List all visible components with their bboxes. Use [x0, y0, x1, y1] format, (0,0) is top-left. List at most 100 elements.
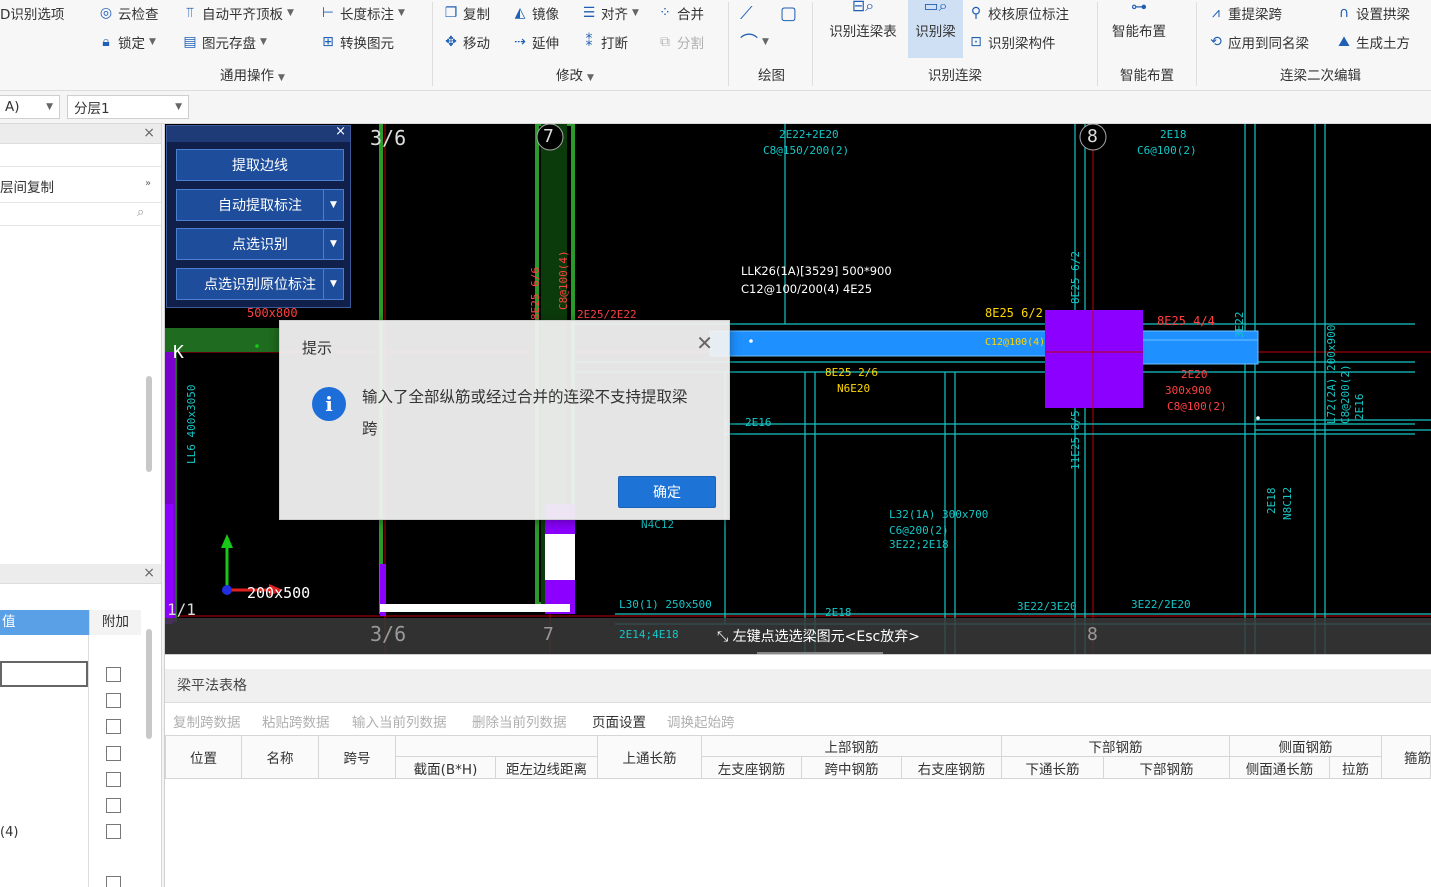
generate-earthwork-button[interactable]: ⛰︎ 生成土方 — [1336, 31, 1410, 53]
close-icon[interactable]: × — [143, 565, 155, 581]
chevron-down-icon[interactable]: ▼ — [323, 269, 343, 299]
dialog-message: 输入了全部纵筋或经过合并的连梁不支持提取梁跨 — [362, 388, 688, 438]
col-header-side-through[interactable]: 侧面通长筋 — [1230, 757, 1330, 779]
recognition-options-button[interactable]: D识别选项 — [0, 2, 64, 24]
cad-annotation: 11E25 6/5 — [1069, 410, 1082, 470]
split-button[interactable]: ⧉ 分割 — [657, 31, 704, 53]
panel-header: × — [0, 124, 161, 144]
checkbox[interactable] — [106, 824, 121, 839]
copy-span-data-button[interactable]: 复制跨数据 — [173, 711, 241, 731]
convert-element-button[interactable]: ⊞ 转换图元 — [320, 31, 394, 53]
save-element-button[interactable]: ▤ 图元存盘 ▼ — [182, 31, 267, 53]
apply-same-name-button[interactable]: ⟲ 应用到同名梁 — [1208, 31, 1309, 53]
recognize-coupling-beam-table-button[interactable]: ⊟⌕ 识别连梁表 — [822, 0, 904, 58]
cad-annotation: 8E25 6/2 — [1069, 251, 1082, 304]
close-icon[interactable]: ✕ — [696, 331, 713, 355]
extract-edge-button[interactable]: 提取边线 — [176, 149, 344, 181]
floor-select[interactable]: A) ▼ — [0, 95, 60, 119]
draw-line-button[interactable]: ⟋ — [740, 2, 753, 24]
swap-start-span-button[interactable]: 调换起始跨 — [667, 711, 735, 731]
chevron-down-icon: ▼ — [175, 102, 182, 112]
col-header-span[interactable]: 跨号 — [319, 735, 396, 779]
col-header-mid-span[interactable]: 跨中钢筋 — [802, 757, 902, 779]
lock-button[interactable]: 🔒︎ 锁定 ▼ — [98, 31, 156, 53]
checkbox[interactable] — [106, 719, 121, 734]
col-header-side-group: 侧面钢筋 — [1230, 735, 1382, 757]
delete-column-data-button[interactable]: 删除当前列数据 — [472, 711, 567, 731]
col-header-bottom-through[interactable]: 下通长筋 — [1002, 757, 1104, 779]
move-button[interactable]: ✥ 移动 — [443, 31, 490, 53]
recognize-beam-button[interactable]: ▭⌕ 识别梁 — [908, 0, 963, 58]
cad-annotation: C8@100(2) — [1167, 400, 1227, 413]
merge-button[interactable]: ⁘ 合并 — [657, 2, 704, 24]
recognize-beam-component-button[interactable]: ⊡ 识别梁构件 — [968, 31, 1055, 53]
mirror-button[interactable]: ◭ 镜像 — [512, 2, 559, 24]
expand-icon[interactable]: » — [145, 178, 151, 189]
beam-component-icon: ⊡ — [970, 34, 982, 50]
checkbox[interactable] — [106, 693, 121, 708]
point-recognize-inplace-button[interactable]: 点选识别原位标注 ▼ — [176, 268, 344, 300]
ok-button[interactable]: 确定 — [618, 476, 716, 508]
extend-icon: ⇢ — [514, 34, 526, 50]
col-header-tie[interactable]: 拉筋 — [1330, 757, 1382, 779]
col-header-offset[interactable]: 距左边线距离 — [496, 757, 598, 779]
extend-button[interactable]: ⇢ 延伸 — [512, 31, 559, 53]
floor-copy-item[interactable]: 层间复制 — [0, 176, 54, 196]
col-header-stirrup[interactable]: 箍筋 — [1382, 735, 1431, 779]
draw-arc-button[interactable]: ⌒ ▼ — [740, 31, 769, 54]
prop-value-input[interactable] — [0, 661, 88, 687]
cad-annotation: 200x500 — [247, 584, 311, 602]
paste-span-data-button[interactable]: 粘贴跨数据 — [262, 711, 330, 731]
chevron-down-icon[interactable]: ▼ — [323, 190, 343, 220]
arc-icon: ⌒ — [740, 33, 758, 54]
axis-label: 3/6 — [370, 622, 407, 646]
cad-annotation: C12@100/200(4) 4E25 — [741, 282, 873, 296]
axis-label: 7 — [543, 624, 554, 645]
col-header-right-seat[interactable]: 右支座钢筋 — [902, 757, 1002, 779]
cloud-check-icon: ◎ — [99, 5, 113, 21]
scrollbar[interactable] — [146, 376, 152, 472]
input-column-data-button[interactable]: 输入当前列数据 — [352, 711, 447, 731]
break-button[interactable]: ⁑ 打断 — [581, 31, 629, 53]
cad-annotation: 3E22/2E20 — [1131, 598, 1191, 611]
checkbox[interactable] — [106, 746, 121, 761]
auto-align-top-button[interactable]: ⫪ 自动平齐顶板 ▼ — [182, 2, 294, 24]
col-header-name[interactable]: 名称 — [242, 735, 319, 779]
checkbox[interactable] — [106, 772, 121, 787]
checkbox[interactable] — [106, 798, 121, 813]
chevron-down-icon: ▼ — [287, 8, 294, 18]
col-header-bottom-bar[interactable]: 下部钢筋 — [1104, 757, 1230, 779]
scrollbar[interactable] — [146, 629, 152, 739]
cad-annotation: 2E16 — [745, 416, 772, 429]
group-divider — [1196, 2, 1197, 86]
cloud-check-button[interactable]: ◎ 云检查 — [98, 2, 159, 24]
smart-layout-button[interactable]: ⊶ 智能布置 — [1104, 0, 1174, 58]
auto-extract-annotation-button[interactable]: 自动提取标注 ▼ — [176, 189, 344, 221]
close-icon[interactable]: × — [143, 125, 155, 141]
cad-annotation: 2E18 — [1160, 128, 1187, 141]
set-arch-beam-button[interactable]: ∩ 设置拱梁 — [1336, 2, 1410, 24]
collapse-arrows-icon: ⤡ — [717, 629, 733, 645]
layer-select[interactable]: 分层1 ▼ — [67, 95, 189, 119]
check-annotation-button[interactable]: ⚲ 校核原位标注 — [968, 2, 1069, 24]
align-button[interactable]: ☰ 对齐 ▼ — [581, 2, 639, 24]
chevron-down-icon[interactable]: ▼ — [323, 229, 343, 259]
dimension-button[interactable]: ⊢ 长度标注 ▼ — [320, 2, 405, 24]
chevron-down-icon: ▼ — [632, 8, 639, 18]
re-extract-span-button[interactable]: ⩘ 重提梁跨 — [1208, 2, 1282, 24]
col-header-top-through[interactable]: 上通长筋 — [598, 735, 702, 779]
copy-button[interactable]: ❐ 复制 — [443, 2, 490, 24]
cad-annotation: C12@100(4) — [985, 337, 1046, 348]
checkbox[interactable] — [106, 876, 121, 887]
col-header-position[interactable]: 位置 — [165, 735, 242, 779]
checkbox[interactable] — [106, 667, 121, 682]
col-header-left-seat[interactable]: 左支座钢筋 — [702, 757, 802, 779]
save-element-icon: ▤ — [183, 34, 197, 50]
cad-annotation: 2E20 — [1181, 368, 1208, 381]
point-recognize-button[interactable]: 点选识别 ▼ — [176, 228, 344, 260]
draw-rect-button[interactable]: ▢ — [780, 2, 797, 24]
close-icon[interactable]: × — [335, 124, 346, 139]
page-setup-button[interactable]: 页面设置 — [592, 711, 646, 731]
col-header-section[interactable]: 截面(B*H) — [396, 757, 496, 779]
cad-annotation: L72(2A) 200x900 — [1325, 324, 1338, 424]
